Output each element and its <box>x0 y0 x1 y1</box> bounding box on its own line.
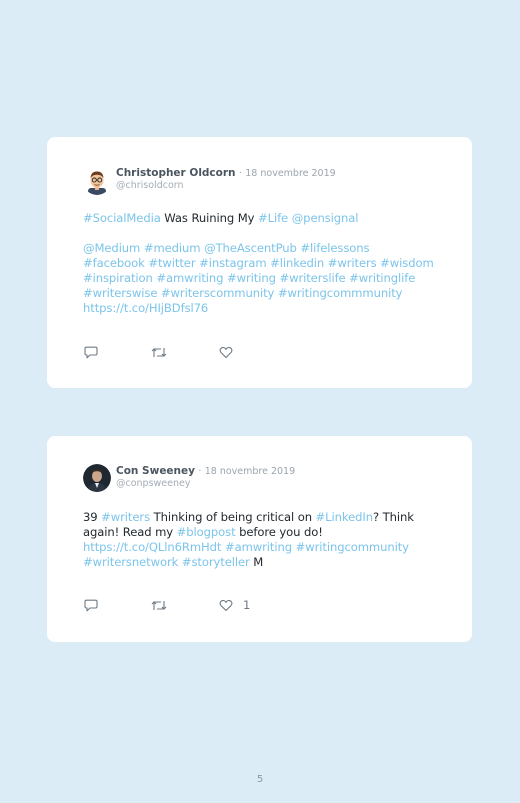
tweet-link[interactable]: #facebook #twitter #instagram #linkedin … <box>83 256 434 270</box>
avatar[interactable] <box>83 167 111 195</box>
reply-button[interactable] <box>84 345 98 359</box>
tweet-link[interactable]: #Life <box>258 211 288 225</box>
author-handle[interactable]: @chrisoldcorn <box>116 180 336 192</box>
tweet-text-line: @Medium #medium @TheAscentPub #lifelesso… <box>83 241 443 256</box>
reply-icon <box>84 346 98 358</box>
reply-button[interactable] <box>84 598 98 612</box>
heart-icon <box>219 346 233 358</box>
tweet-text-line: 39 #writers Thinking of being critical o… <box>83 510 443 525</box>
tweet-text-line: #inspiration #amwriting #writing #writer… <box>83 271 443 286</box>
like-count: 1 <box>243 598 251 612</box>
tweet-link[interactable]: #blogpost <box>177 525 236 539</box>
tweet-link[interactable]: #LinkedIn <box>316 510 374 524</box>
tweet-link[interactable]: #writersnetwork #storyteller <box>83 555 250 569</box>
separator-dot: · <box>238 168 242 179</box>
tweet-date[interactable]: 18 novembre 2019 <box>245 168 335 179</box>
tweet-date[interactable]: 18 novembre 2019 <box>205 466 295 477</box>
author-handle[interactable]: @conpsweeney <box>116 478 295 490</box>
tweet-text-line: #facebook #twitter #instagram #linkedin … <box>83 256 443 271</box>
retweet-button[interactable] <box>151 598 167 612</box>
tweet-text-line: https://t.co/HIjBDfsl76 <box>83 301 443 316</box>
tweet-card: Con Sweeney · 18 novembre 2019 @conpswee… <box>47 436 472 642</box>
tweet-link[interactable]: #writerswise #writerscommunity #writingc… <box>83 286 403 300</box>
page-number: 5 <box>256 774 264 785</box>
tweet-link[interactable]: https://t.co/HIjBDfsl76 <box>83 301 208 315</box>
tweet-text-segment: before you do! <box>235 525 323 539</box>
author-name[interactable]: Christopher Oldcorn <box>116 167 236 179</box>
author-name[interactable]: Con Sweeney <box>116 465 195 477</box>
tweet-header: Christopher Oldcorn · 18 novembre 2019 @… <box>116 167 336 192</box>
tweet-text-line: #writersnetwork #storyteller M <box>83 555 443 570</box>
retweet-icon <box>151 600 167 610</box>
like-button[interactable] <box>219 345 243 359</box>
tweet-text-segment: Thinking of being critical on <box>150 510 316 524</box>
like-button[interactable]: 1 <box>219 598 250 612</box>
reply-icon <box>84 599 98 611</box>
tweet-link[interactable]: #inspiration #amwriting #writing #writer… <box>83 271 415 285</box>
tweet-text-line: #SocialMedia Was Ruining My #Life @pensi… <box>83 211 443 226</box>
tweet-link[interactable]: @pensignal <box>292 211 359 225</box>
separator-dot: · <box>198 466 202 477</box>
retweet-button[interactable] <box>151 345 167 359</box>
tweet-text-segment: ? Think <box>372 510 414 524</box>
retweet-icon <box>151 347 167 357</box>
avatar[interactable] <box>83 464 111 492</box>
tweet-text-segment: again! Read my <box>83 525 177 539</box>
tweet-link[interactable]: #SocialMedia <box>83 211 161 225</box>
tweet-text-line: again! Read my #blogpost before you do! <box>83 525 443 540</box>
tweet-link[interactable]: @Medium #medium @TheAscentPub #lifelesso… <box>83 241 370 255</box>
tweet-text: #SocialMedia Was Ruining My #Life @pensi… <box>83 211 443 316</box>
tweet-card: Christopher Oldcorn · 18 novembre 2019 @… <box>47 137 472 388</box>
tweet-text-line: #writerswise #writerscommunity #writingc… <box>83 286 443 301</box>
tweet-text-segment: Was Ruining My <box>160 211 258 225</box>
heart-icon <box>219 599 233 611</box>
tweet-text-segment: 39 <box>83 510 102 524</box>
tweet-link[interactable]: https://t.co/QLln6RmHdt #amwriting #writ… <box>83 540 409 554</box>
tweet-text: 39 #writers Thinking of being critical o… <box>83 510 443 570</box>
tweet-link[interactable]: #writers <box>101 510 150 524</box>
tweet-text-line: https://t.co/QLln6RmHdt #amwriting #writ… <box>83 540 443 555</box>
tweet-header: Con Sweeney · 18 novembre 2019 @conpswee… <box>116 465 295 490</box>
tweet-text-segment: M <box>249 555 264 569</box>
